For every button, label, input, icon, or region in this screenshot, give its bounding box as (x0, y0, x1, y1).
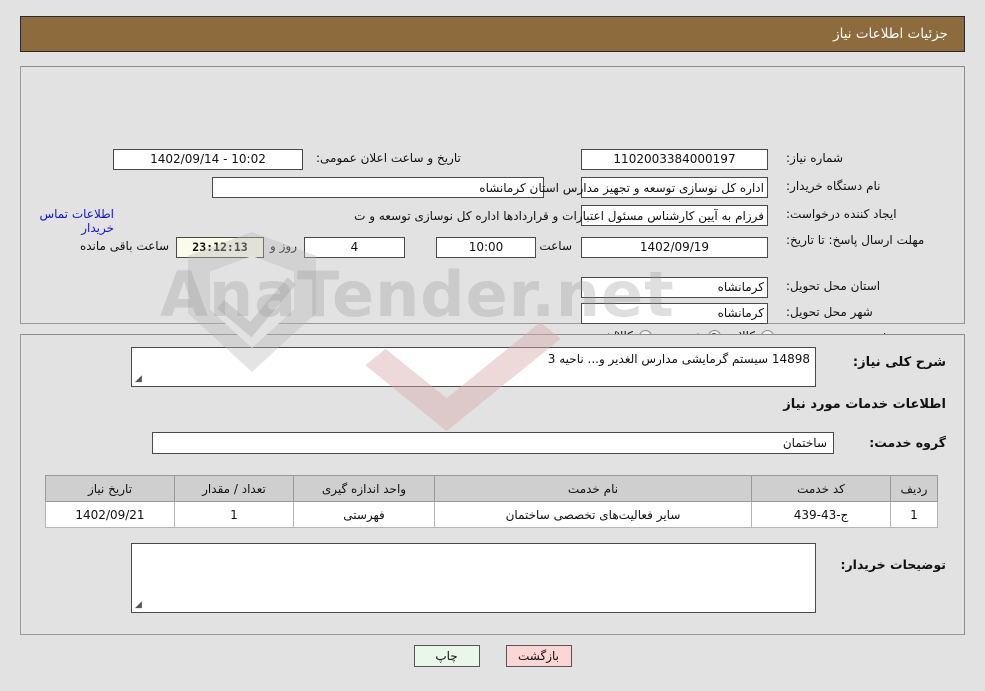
delivery-city-field[interactable]: کرمانشاه (581, 303, 768, 324)
column-header-unit: واحد اندازه گیری (293, 475, 435, 502)
delivery-province-field[interactable]: کرمانشاه (581, 277, 768, 298)
remaining-hours-label: ساعت باقی مانده (79, 239, 169, 253)
publish-datetime-label: تاریخ و ساعت اعلان عمومی: (316, 151, 461, 165)
days-and-label: روز و (270, 239, 297, 253)
need-summary-panel: شماره نیاز: 1102003384000197 تاریخ و ساع… (20, 66, 965, 392)
table-row[interactable]: 1 ج-43-439 سایر فعالیت‌های تخصصی ساختمان… (45, 501, 938, 528)
buyer-notes-label: توضیحات خریدار: (840, 557, 946, 572)
cell-row-no: 1 (890, 501, 938, 528)
deadline-date-field[interactable]: 1402/09/19 (581, 237, 768, 258)
response-deadline-label: مهلت ارسال پاسخ: تا تاریخ: (786, 233, 925, 247)
deadline-hour-label: ساعت (539, 239, 572, 253)
back-button[interactable]: بازگشت (505, 645, 572, 667)
column-header-quantity: تعداد / مقدار (174, 475, 294, 502)
buyer-notes-textarea[interactable]: ◣ (131, 543, 816, 613)
services-section-heading: اطلاعات خدمات مورد نیاز (783, 397, 946, 412)
need-details-panel: شرح کلی نیاز: 14898 سیستم گرمایشی مدارس … (20, 334, 965, 635)
remaining-days-field[interactable]: 4 (304, 237, 405, 258)
service-group-field[interactable]: ساختمان (152, 432, 834, 454)
countdown-timer-field: 23:12:13 (176, 237, 264, 258)
cell-service-code: ج-43-439 (751, 501, 891, 528)
cell-service-name: سایر فعالیت‌های تخصصی ساختمان (434, 501, 752, 528)
page-header-bar: جزئیات اطلاعات نیاز (20, 16, 965, 52)
footer-button-bar: بازگشت چاپ (0, 645, 985, 667)
print-button[interactable]: چاپ (413, 645, 480, 667)
deadline-time-field[interactable]: 10:00 (436, 237, 536, 258)
need-number-field[interactable]: 1102003384000197 (581, 149, 768, 170)
buyer-org-value: اداره کل نوسازی توسعه و تجهیز مدارس استا… (479, 181, 764, 195)
request-creator-value: فرزام به آیین کارشناس مسئول اعتبارات و ق… (354, 209, 764, 223)
resize-handle-icon[interactable]: ◣ (135, 600, 144, 610)
resize-handle-icon[interactable]: ◣ (135, 374, 144, 384)
service-group-label: گروه خدمت: (869, 435, 946, 450)
buyer-org-label: نام دستگاه خریدار: (786, 179, 881, 193)
table-header-row: ردیف کد خدمت نام خدمت واحد اندازه گیری ت… (45, 475, 938, 502)
page-title: جزئیات اطلاعات نیاز (833, 26, 948, 42)
column-header-need-date: تاریخ نیاز (45, 475, 175, 502)
publish-datetime-field[interactable]: 1402/09/14 - 10:02 (113, 149, 303, 170)
column-header-service-code: کد خدمت (751, 475, 891, 502)
column-header-service-name: نام خدمت (434, 475, 752, 502)
services-table: ردیف کد خدمت نام خدمت واحد اندازه گیری ت… (45, 475, 938, 528)
need-summary-textarea[interactable]: 14898 سیستم گرمایشی مدارس الغدیر و... نا… (131, 347, 816, 387)
request-creator-label: ایجاد کننده درخواست: (786, 207, 897, 221)
column-header-row-no: ردیف (890, 475, 938, 502)
cell-unit: فهرستی (293, 501, 435, 528)
cell-need-date: 1402/09/21 (45, 501, 175, 528)
delivery-province-label: استان محل تحویل: (786, 279, 881, 293)
need-summary-label: شرح کلی نیاز: (852, 355, 946, 370)
cell-quantity: 1 (174, 501, 294, 528)
need-number-label: شماره نیاز: (786, 151, 843, 165)
delivery-city-label: شهر محل تحویل: (786, 305, 873, 319)
buyer-contact-link[interactable]: اطلاعات تماس خریدار (21, 207, 114, 235)
